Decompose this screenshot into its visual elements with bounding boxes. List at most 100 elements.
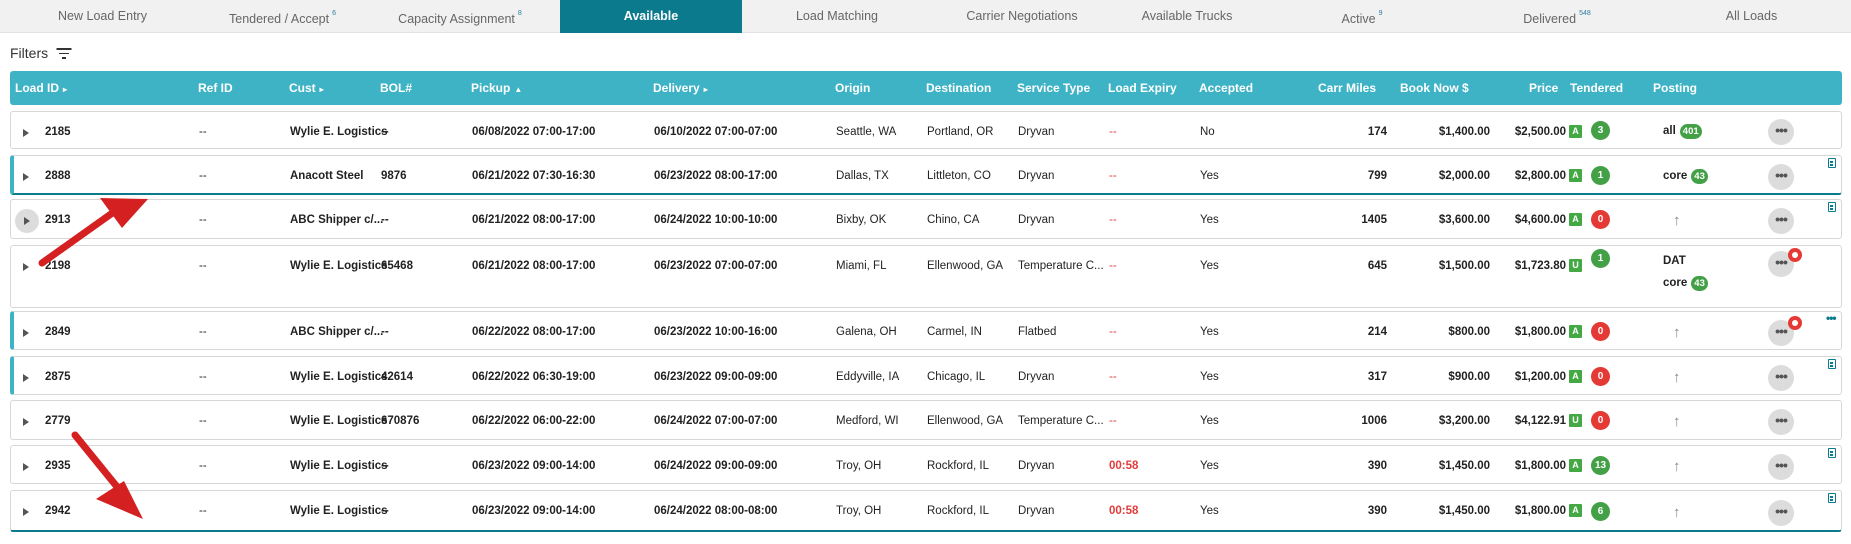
clipboard-icon[interactable] <box>1828 202 1836 212</box>
clipboard-icon[interactable] <box>1828 448 1836 458</box>
cell-load-id[interactable]: 2942 <box>45 504 71 519</box>
arrow-up-icon[interactable]: ↑ <box>1673 370 1685 385</box>
ellipsis-icon[interactable]: ••• <box>1768 208 1794 234</box>
tab-carrier-negotiations[interactable]: Carrier Negotiations <box>932 0 1112 33</box>
ellipsis-icon[interactable]: ••• <box>1768 454 1794 480</box>
red-dot-icon[interactable] <box>1788 248 1802 262</box>
cell-load-id[interactable]: 2185 <box>45 125 71 140</box>
clipboard-icon[interactable] <box>1828 158 1836 168</box>
table-row[interactable]: 2888 -- Anacott Steel 9876 06/21/2022 07:30-… <box>10 155 1842 195</box>
table-row[interactable]: 2185 -- Wylie E. Logistics -- 06/08/2022 07:… <box>10 111 1842 149</box>
table-row[interactable]: 2779 -- Wylie E. Logistics 670876 06/22/2022… <box>10 400 1842 440</box>
chevron-right-icon[interactable] <box>23 129 29 137</box>
cell-load-id[interactable]: 2935 <box>45 459 71 474</box>
arrow-up-icon[interactable]: ↑ <box>1673 459 1685 474</box>
header-price[interactable]: Price <box>1529 71 1558 105</box>
tendered-count-badge[interactable]: 0 <box>1591 322 1610 341</box>
filters-toggle[interactable]: Filters <box>10 44 72 62</box>
tab-capacity-assignment[interactable]: Capacity Assignment 8 <box>360 0 560 33</box>
header-cust[interactable]: Cust ▸ <box>289 71 324 105</box>
header-bol[interactable]: BOL# <box>380 71 412 105</box>
cell-delivery: 06/24/2022 09:00-09:00 <box>654 460 778 472</box>
cell-bol: -- <box>381 460 389 472</box>
chevron-right-icon[interactable] <box>23 173 29 181</box>
ellipsis-icon[interactable]: ••• <box>1826 312 1837 324</box>
table-row[interactable]: 2935 -- Wylie E. Logistics -- 06/23/2022 09:… <box>10 445 1842 484</box>
table-row[interactable]: 2849 -- ABC Shipper c/... -- 06/22/2022 08:0… <box>10 311 1842 350</box>
ellipsis-icon[interactable]: ••• <box>1768 409 1794 435</box>
header-load-expiry[interactable]: Load Expiry <box>1108 71 1177 105</box>
cell-load-id[interactable]: 2913 <box>45 213 71 228</box>
tab-active[interactable]: Active 9 <box>1262 0 1462 33</box>
header-tendered[interactable]: Tendered <box>1570 71 1623 105</box>
tendered-count-badge[interactable]: 6 <box>1591 502 1610 521</box>
ellipsis-icon[interactable]: ••• <box>1768 119 1794 145</box>
header-accepted[interactable]: Accepted <box>1199 71 1253 105</box>
tab-tendered-accept[interactable]: Tendered / Accept 6 <box>205 0 360 33</box>
tendered-count-badge[interactable]: 1 <box>1591 166 1610 185</box>
header-origin[interactable]: Origin <box>835 71 870 105</box>
cell-price: $1,800.00 A <box>1499 459 1582 474</box>
chevron-right-icon[interactable] <box>23 329 29 337</box>
header-pickup[interactable]: Pickup ▲ <box>471 71 522 105</box>
cell-delivery: 06/24/2022 07:00-07:00 <box>654 415 778 427</box>
cell-load-id[interactable]: 2198 <box>45 259 71 274</box>
table-header: Load ID ▸ Ref ID Cust ▸ BOL# Pickup ▲ Deliv… <box>10 71 1842 105</box>
header-destination[interactable]: Destination <box>926 71 991 105</box>
header-ref-id[interactable]: Ref ID <box>198 71 233 105</box>
cell-load-id[interactable]: 2779 <box>45 414 71 429</box>
arrow-up-icon[interactable]: ↑ <box>1673 325 1685 340</box>
price-value: $1,800.00 <box>1514 326 1566 338</box>
table-row[interactable]: 2198 -- Wylie E. Logistics 65468 06/21/2022 … <box>10 245 1842 308</box>
arrow-up-icon[interactable]: ↑ <box>1673 213 1685 228</box>
cell-delivery: 06/10/2022 07:00-07:00 <box>654 126 778 138</box>
tab-all-loads[interactable]: All Loads <box>1652 0 1851 33</box>
table-row[interactable]: 2913 -- ABC Shipper c/... -- 06/21/2022 08:0… <box>10 199 1842 239</box>
tab-available[interactable]: Available <box>560 0 742 33</box>
tab-delivered[interactable]: Delivered 548 <box>1462 0 1652 33</box>
tendered-count-badge[interactable]: 0 <box>1591 411 1610 430</box>
tab-available-trucks[interactable]: Available Trucks <box>1112 0 1262 33</box>
posting-entry[interactable]: core 43 <box>1663 276 1708 291</box>
table-row[interactable]: 2875 -- Wylie E. Logistics 42614 06/22/2022 … <box>10 356 1842 395</box>
chevron-right-icon[interactable] <box>23 374 29 382</box>
cell-delivery: 06/24/2022 08:00-08:00 <box>654 505 778 517</box>
chevron-right-icon[interactable] <box>23 463 29 471</box>
posting-entry[interactable]: all 401 <box>1663 124 1702 139</box>
cell-load-id[interactable]: 2875 <box>45 370 71 385</box>
header-service-type[interactable]: Service Type <box>1017 71 1090 105</box>
tab-load-matching[interactable]: Load Matching <box>742 0 932 33</box>
chevron-right-icon[interactable] <box>23 508 29 516</box>
red-dot-icon[interactable] <box>1788 316 1802 330</box>
posting-entry[interactable]: DAT <box>1663 254 1686 269</box>
header-carr-miles[interactable]: Carr Miles <box>1318 71 1376 105</box>
posting-entry[interactable]: core 43 <box>1663 169 1708 184</box>
ellipsis-icon[interactable]: ••• <box>1768 500 1794 526</box>
table-row[interactable]: 2942 -- Wylie E. Logistics -- 06/23/2022 09:… <box>10 490 1842 532</box>
header-delivery[interactable]: Delivery ▸ <box>653 71 708 105</box>
cell-cust: Wylie E. Logistics <box>290 505 388 517</box>
tab-new-load-entry[interactable]: New Load Entry <box>0 0 205 33</box>
header-load-id[interactable]: Load ID ▸ <box>15 71 67 105</box>
clipboard-icon[interactable] <box>1828 359 1836 369</box>
tendered-count-badge[interactable]: 0 <box>1591 367 1610 386</box>
tendered-count-badge[interactable]: 1 <box>1591 249 1610 268</box>
chevron-right-icon[interactable] <box>23 418 29 426</box>
cell-load-expiry: -- <box>1109 126 1117 138</box>
chevron-right-icon[interactable] <box>23 263 29 271</box>
ellipsis-icon[interactable]: ••• <box>1768 164 1794 190</box>
chevron-right-icon[interactable] <box>15 209 39 233</box>
arrow-up-icon[interactable]: ↑ <box>1673 505 1685 520</box>
posting-count-badge: 401 <box>1679 124 1702 139</box>
header-book-now[interactable]: Book Now $ <box>1400 71 1469 105</box>
header-posting[interactable]: Posting <box>1653 71 1697 105</box>
cell-load-id[interactable]: 2888 <box>45 169 71 184</box>
tendered-count-badge[interactable]: 13 <box>1591 456 1610 475</box>
cell-load-id[interactable]: 2849 <box>45 325 71 340</box>
ellipsis-icon[interactable]: ••• <box>1768 365 1794 391</box>
cell-origin: Troy, OH <box>836 505 882 517</box>
tendered-count-badge[interactable]: 0 <box>1591 210 1610 229</box>
arrow-up-icon[interactable]: ↑ <box>1673 414 1685 429</box>
clipboard-icon[interactable] <box>1828 493 1836 503</box>
tendered-count-badge[interactable]: 3 <box>1591 121 1610 140</box>
